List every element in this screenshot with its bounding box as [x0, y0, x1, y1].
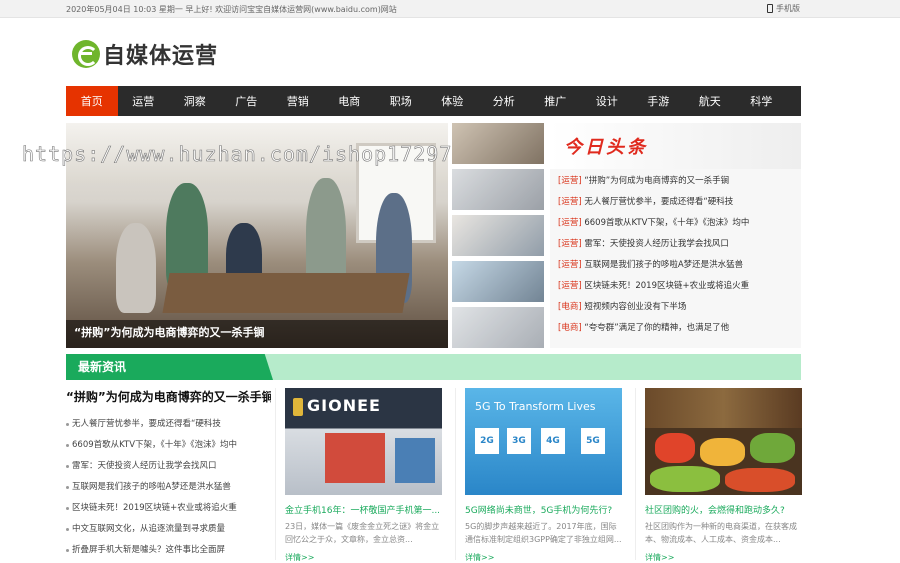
thumbnail-3[interactable] [452, 215, 544, 256]
card-more-link[interactable]: 详情>> [285, 552, 442, 563]
nav-item-mobile-games[interactable]: 手游 [633, 86, 685, 116]
headline-item[interactable]: [电商] “夸夸群”满足了你的精神，也满足了他 [558, 318, 801, 339]
nav-item-experience[interactable]: 体验 [427, 86, 479, 116]
site-logo[interactable]: 自媒体运营 [72, 38, 218, 70]
main-nav: 首页 运营 洞察 广告 营销 电商 职场 体验 分析 推广 设计 手游 航天 科… [66, 86, 801, 116]
card-desc: 23日，媒体一篇《废金金立死之谜》将金立回忆公之于众，文章称，金立总资... [285, 522, 440, 544]
headline-item[interactable]: [电商] 短视频内容创业没有下半场 [558, 297, 801, 318]
nav-item-design[interactable]: 设计 [581, 86, 633, 116]
card-image-5g[interactable]: 5G To Transform Lives 2G 3G 4G 5G [465, 388, 622, 495]
news-card: 5G To Transform Lives 2G 3G 4G 5G 5G网络尚未… [465, 388, 622, 563]
headline-item[interactable]: [运营] 互联网是我们孩子的哆啦A梦还是洪水猛兽 [558, 255, 801, 276]
headline-item[interactable]: [运营] 雷军：天使投资人经历让我学会找风口 [558, 234, 801, 255]
list-item[interactable]: 中文互联网文化，从追逐流量到寻求质量 [66, 519, 271, 540]
gionee-sign: GIONEE [307, 396, 381, 415]
thumbnail-1[interactable] [452, 123, 544, 164]
card-title[interactable]: 金立手机16年：一杯敬国产手机第一... [285, 503, 442, 515]
headline-item[interactable]: [运营] 区块链未死！2019区块链+农业或将追火重 [558, 276, 801, 297]
site-name: 自媒体运营 [103, 44, 219, 69]
divider [455, 388, 456, 560]
lead-news-title[interactable]: “拼购”为何成为电商博弈的又一杀手锏 [66, 388, 271, 408]
phone-icon [767, 4, 773, 13]
nav-item-operation[interactable]: 运营 [118, 86, 170, 116]
mobile-version-link[interactable]: 手机版 [767, 3, 800, 14]
latest-news-bar: 最新资讯 [66, 354, 801, 380]
divider [635, 388, 636, 560]
list-item[interactable]: 互联网是我们孩子的哆啦A梦还是洪水猛兽 [66, 477, 271, 498]
latest-news-title: 最新资讯 [66, 354, 273, 380]
headlines-title: 今日头条 [564, 137, 648, 158]
card-image-market[interactable] [645, 388, 802, 495]
nav-item-workplace[interactable]: 职场 [375, 86, 427, 116]
hero-caption[interactable]: “拼购”为何成为电商博弈的又一杀手锏 [74, 324, 264, 340]
hero-image [66, 123, 448, 348]
news-card: 社区团购的火，会燃得和跑动多久? 社区团购作为一种新的电商渠道，在获客成本、物流… [645, 388, 802, 563]
five-g-banner-text: 5G To Transform Lives [475, 400, 596, 413]
headline-item[interactable]: [运营] “拼购”为何成为电商博弈的又一杀手锏 [558, 171, 801, 192]
headlines-list: [运营] “拼购”为何成为电商博弈的又一杀手锏 [运营] 无人餐厅营忧参半，要成… [550, 169, 801, 339]
card-title[interactable]: 社区团购的火，会燃得和跑动多久? [645, 503, 802, 515]
e-logo-icon [72, 40, 100, 68]
list-item[interactable]: 6609首歌从KTV下架，《十年》《泡沫》均中 [66, 435, 271, 456]
card-title[interactable]: 5G网络尚未商世，5G手机为何先行? [465, 503, 622, 515]
nav-item-aerospace[interactable]: 航天 [684, 86, 736, 116]
card-more-link[interactable]: 详情>> [645, 552, 802, 563]
card-desc: 5G的脚步声越来越近了。2017年底，国际通信标准制定组织3GPP确定了非独立组… [465, 522, 622, 544]
top-bar: 2020年05月04日 10:03 星期一 早上好! 欢迎访问宝宝自媒体运营网(… [0, 0, 900, 18]
divider [275, 388, 276, 560]
headline-item[interactable]: [运营] 6609首歌从KTV下架，《十年》《泡沫》均中 [558, 213, 801, 234]
hero-thumbnails [452, 123, 544, 348]
nav-item-ecommerce[interactable]: 电商 [324, 86, 376, 116]
welcome-text: 2020年05月04日 10:03 星期一 早上好! 欢迎访问宝宝自媒体运营网(… [66, 5, 397, 14]
thumbnail-4[interactable] [452, 261, 544, 302]
mobile-label: 手机版 [776, 4, 800, 13]
latest-news-list: “拼购”为何成为电商博弈的又一杀手锏 无人餐厅营忧参半，要成还得看“硬科技 66… [66, 388, 271, 561]
card-desc: 社区团购作为一种新的电商渠道，在获客成本、物流成本、人工成本、资金成本... [645, 522, 797, 544]
thumbnail-5[interactable] [452, 307, 544, 348]
list-item[interactable]: 区块链未死！2019区块链+农业或将追火重 [66, 498, 271, 519]
thumbnail-2[interactable] [452, 169, 544, 210]
nav-item-insight[interactable]: 洞察 [169, 86, 221, 116]
headlines-banner: 今日头条 [550, 123, 801, 169]
nav-item-ads[interactable]: 广告 [221, 86, 273, 116]
card-image-gionee[interactable]: GIONEE [285, 388, 442, 495]
news-card: GIONEE 金立手机16年：一杯敬国产手机第一... 23日，媒体一篇《废金金… [285, 388, 442, 563]
list-item[interactable]: 雷军：天使投资人经历让我学会找风口 [66, 456, 271, 477]
nav-item-science[interactable]: 科学 [736, 86, 788, 116]
headlines-panel: 今日头条 [运营] “拼购”为何成为电商博弈的又一杀手锏 [运营] 无人餐厅营忧… [550, 123, 801, 348]
hero-slide[interactable]: “拼购”为何成为电商博弈的又一杀手锏 [66, 123, 448, 348]
list-item[interactable]: 折叠屏手机大斩是噱头？这件事比全面屏 [66, 540, 271, 561]
list-item[interactable]: 无人餐厅营忧参半，要成还得看“硬科技 [66, 414, 271, 435]
card-more-link[interactable]: 详情>> [465, 552, 622, 563]
nav-item-marketing[interactable]: 营销 [272, 86, 324, 116]
nav-item-promotion[interactable]: 推广 [530, 86, 582, 116]
nav-item-analysis[interactable]: 分析 [478, 86, 530, 116]
nav-item-home[interactable]: 首页 [66, 86, 118, 116]
headline-item[interactable]: [运营] 无人餐厅营忧参半，要成还得看“硬科技 [558, 192, 801, 213]
